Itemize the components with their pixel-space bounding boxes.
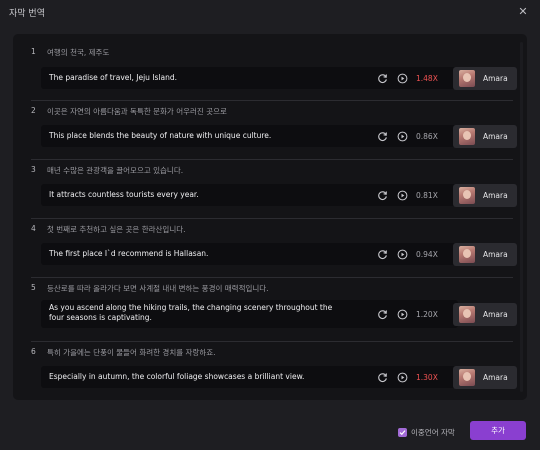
translation-text[interactable]: Especially in autumn, the colorful folia… bbox=[49, 372, 340, 382]
bilingual-checkbox[interactable] bbox=[398, 428, 407, 437]
translation-text[interactable]: The first place I`d recommend is Hallasa… bbox=[49, 249, 340, 259]
speed-badge: 0.86X bbox=[416, 131, 438, 141]
source-text: 매년 수많은 관광객을 끌어모으고 있습니다. bbox=[47, 166, 184, 175]
play-icon[interactable] bbox=[396, 248, 408, 260]
subtitle-list: 1 여행의 천국, 제주도 The paradise of travel, Je… bbox=[13, 34, 527, 400]
subtitle-row: 4 첫 번째로 추천하고 싶은 곳은 한라산입니다. The first pla… bbox=[13, 219, 527, 278]
voice-name: Amara bbox=[483, 131, 508, 141]
voice-name: Amara bbox=[483, 73, 508, 83]
translation-field[interactable]: Especially in autumn, the colorful folia… bbox=[41, 366, 458, 388]
voice-name: Amara bbox=[483, 372, 508, 382]
row-number: 4 bbox=[31, 224, 36, 233]
voice-selector[interactable]: Amara bbox=[453, 183, 517, 207]
speed-badge: 0.81X bbox=[416, 190, 438, 200]
bilingual-checkbox-label: 이중언어 자막 bbox=[411, 428, 455, 437]
play-icon[interactable] bbox=[396, 189, 408, 201]
avatar bbox=[459, 305, 475, 323]
play-icon[interactable] bbox=[396, 72, 408, 84]
regenerate-icon[interactable] bbox=[376, 371, 388, 383]
subtitle-row: 6 특히 가을에는 단풍이 물들어 화려한 경치를 자랑하죠. Especial… bbox=[13, 342, 527, 400]
regenerate-icon[interactable] bbox=[376, 248, 388, 260]
row-number: 5 bbox=[31, 283, 36, 292]
voice-name: Amara bbox=[483, 309, 508, 319]
source-text: 첫 번째로 추천하고 싶은 곳은 한라산입니다. bbox=[47, 225, 186, 234]
check-icon bbox=[399, 430, 406, 436]
speed-badge: 1.20X bbox=[416, 309, 438, 319]
subtitle-row: 1 여행의 천국, 제주도 The paradise of travel, Je… bbox=[13, 42, 527, 101]
avatar bbox=[459, 69, 475, 87]
voice-name: Amara bbox=[483, 249, 508, 259]
translation-field[interactable]: This place blends the beauty of nature w… bbox=[41, 125, 458, 147]
voice-selector[interactable]: Amara bbox=[453, 242, 517, 266]
title-bar: 자막 번역 bbox=[0, 0, 540, 24]
add-button[interactable]: 추가 bbox=[470, 421, 526, 440]
avatar bbox=[459, 127, 475, 145]
source-text: 등산로를 따라 올라가다 보면 사계절 내내 변하는 풍경이 매력적입니다. bbox=[47, 284, 269, 293]
row-number: 2 bbox=[31, 106, 36, 115]
subtitle-row: 2 이곳은 자연의 아름다움과 독특한 문화가 어우러진 곳으로 This pl… bbox=[13, 101, 527, 160]
voice-selector[interactable]: Amara bbox=[453, 365, 517, 389]
avatar bbox=[459, 186, 475, 204]
voice-selector[interactable]: Amara bbox=[453, 302, 517, 326]
source-text: 특히 가을에는 단풍이 물들어 화려한 경치를 자랑하죠. bbox=[47, 348, 216, 357]
voice-selector[interactable]: Amara bbox=[453, 124, 517, 148]
translation-text[interactable]: This place blends the beauty of nature w… bbox=[49, 131, 340, 141]
speed-badge: 1.30X bbox=[416, 372, 438, 382]
row-number: 3 bbox=[31, 165, 36, 174]
translation-field[interactable]: The paradise of travel, Jeju Island. 1.4… bbox=[41, 67, 458, 89]
translation-field[interactable]: It attracts countless tourists every yea… bbox=[41, 184, 458, 206]
source-text: 여행의 천국, 제주도 bbox=[47, 48, 110, 57]
speed-badge: 1.48X bbox=[416, 73, 438, 83]
regenerate-icon[interactable] bbox=[376, 130, 388, 142]
translation-text[interactable]: It attracts countless tourists every yea… bbox=[49, 190, 340, 200]
avatar bbox=[459, 368, 475, 386]
speed-badge: 0.94X bbox=[416, 249, 438, 259]
voice-name: Amara bbox=[483, 190, 508, 200]
close-icon[interactable]: ✕ bbox=[516, 4, 530, 18]
play-icon[interactable] bbox=[396, 371, 408, 383]
voice-selector[interactable]: Amara bbox=[453, 66, 517, 90]
footer bbox=[0, 410, 540, 450]
avatar bbox=[459, 245, 475, 263]
regenerate-icon[interactable] bbox=[376, 189, 388, 201]
subtitle-row: 3 매년 수많은 관광객을 끌어모으고 있습니다. It attracts co… bbox=[13, 160, 527, 219]
translation-field[interactable]: As you ascend along the hiking trails, t… bbox=[41, 300, 458, 328]
translation-text[interactable]: As you ascend along the hiking trails, t… bbox=[49, 303, 340, 323]
row-number: 1 bbox=[31, 47, 36, 56]
window-title: 자막 번역 bbox=[9, 8, 45, 19]
subtitle-row: 5 등산로를 따라 올라가다 보면 사계절 내내 변하는 풍경이 매력적입니다.… bbox=[13, 278, 527, 342]
regenerate-icon[interactable] bbox=[376, 72, 388, 84]
source-text: 이곳은 자연의 아름다움과 독특한 문화가 어우러진 곳으로 bbox=[47, 107, 227, 116]
translation-text[interactable]: The paradise of travel, Jeju Island. bbox=[49, 73, 340, 83]
translation-field[interactable]: The first place I`d recommend is Hallasa… bbox=[41, 243, 458, 265]
regenerate-icon[interactable] bbox=[376, 308, 388, 320]
play-icon[interactable] bbox=[396, 308, 408, 320]
play-icon[interactable] bbox=[396, 130, 408, 142]
row-number: 6 bbox=[31, 347, 36, 356]
